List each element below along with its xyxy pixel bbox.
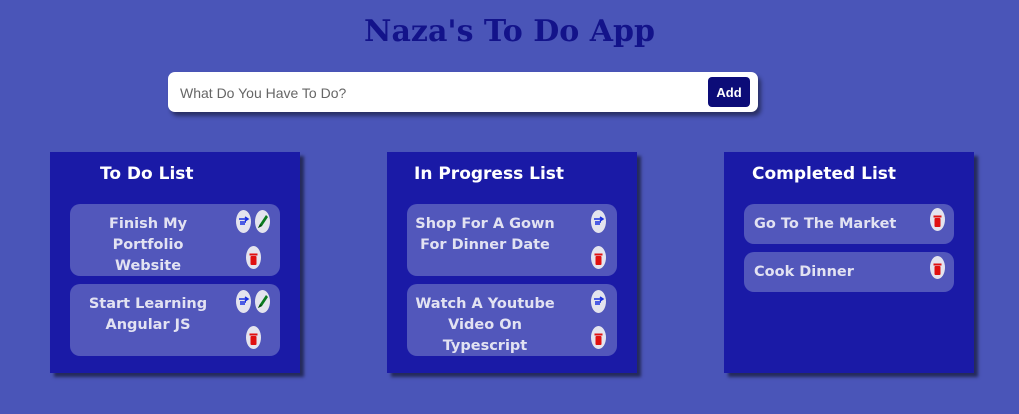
delete-task-button[interactable] <box>591 326 606 349</box>
add-task-bar: Add <box>168 72 758 114</box>
task-text: Watch A Youtube Video On Typescript <box>415 296 555 354</box>
red-trash-icon <box>933 263 942 275</box>
task-text: Cook Dinner <box>754 264 854 280</box>
delete-task-button[interactable] <box>591 246 606 269</box>
pointing-hand-icon <box>594 216 605 225</box>
task-text: Shop For A Gown For Dinner Date <box>415 216 555 253</box>
todo-list: To Do List Finish My Portfolio Website S… <box>50 152 300 373</box>
completed-list: Completed List Go To The Market Cook Din… <box>724 152 974 373</box>
task-text: Start Learning Angular JS <box>88 296 208 333</box>
task-text: Finish My Portfolio Website <box>108 216 188 274</box>
start-task-button[interactable] <box>236 210 251 233</box>
red-trash-icon <box>594 253 603 265</box>
red-trash-icon <box>249 253 258 265</box>
complete-task-button[interactable] <box>591 210 606 233</box>
in-progress-item: Watch A Youtube Video On Typescript <box>407 284 617 356</box>
pointing-hand-icon <box>594 296 605 305</box>
pointing-hand-icon <box>239 296 250 305</box>
delete-task-button[interactable] <box>930 208 945 231</box>
todo-list-title: To Do List <box>100 164 194 184</box>
in-progress-item: Shop For A Gown For Dinner Date <box>407 204 617 276</box>
green-pen-icon <box>258 215 268 228</box>
red-trash-icon <box>594 333 603 345</box>
red-trash-icon <box>249 333 258 345</box>
completed-item: Cook Dinner <box>744 252 954 292</box>
task-input[interactable] <box>178 72 702 114</box>
add-button[interactable]: Add <box>708 77 750 107</box>
complete-task-button[interactable] <box>255 290 270 313</box>
completed-list-title: Completed List <box>752 164 897 184</box>
app-title: Naza's To Do App <box>364 14 655 49</box>
red-trash-icon <box>933 215 942 227</box>
delete-task-button[interactable] <box>246 246 261 269</box>
complete-task-button[interactable] <box>591 290 606 313</box>
in-progress-list-title: In Progress List <box>414 164 565 184</box>
delete-task-button[interactable] <box>246 326 261 349</box>
pointing-hand-icon <box>239 216 250 225</box>
todo-item: Finish My Portfolio Website <box>70 204 280 276</box>
start-task-button[interactable] <box>236 290 251 313</box>
in-progress-list: In Progress List Shop For A Gown For Din… <box>387 152 637 373</box>
completed-item: Go To The Market <box>744 204 954 244</box>
todo-item: Start Learning Angular JS <box>70 284 280 356</box>
delete-task-button[interactable] <box>930 256 945 279</box>
task-text: Go To The Market <box>754 216 897 232</box>
green-pen-icon <box>258 295 268 308</box>
complete-task-button[interactable] <box>255 210 270 233</box>
